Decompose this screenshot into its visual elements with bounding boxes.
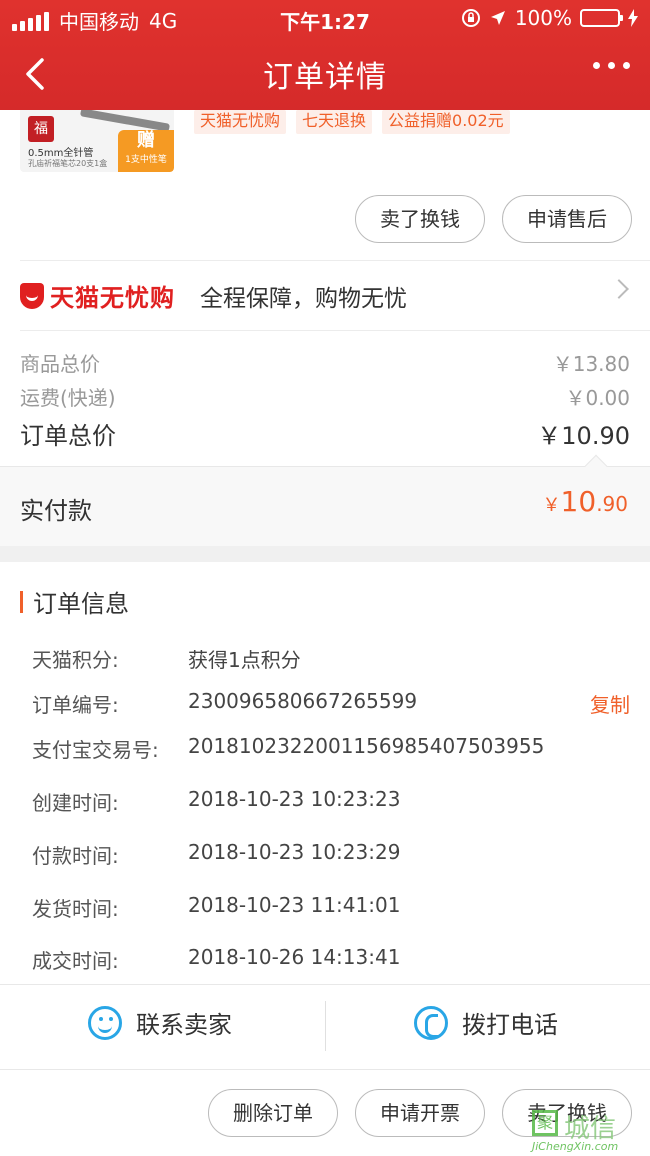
- product-tags: 天猫无忧购 七天退换 公益捐赠0.02元: [194, 110, 510, 134]
- info-value: 2018-10-23 11:41:01: [188, 893, 401, 917]
- location-arrow-icon: [490, 11, 505, 25]
- nav-bar: 订单详情: [0, 40, 650, 106]
- header-bar: 中国移动 4G 下午1:27 100% 订单详情: [0, 0, 650, 110]
- goods-total-label: 商品总价: [20, 352, 100, 376]
- info-row-shipped: 发货时间: 2018-10-23 11:41:01: [32, 893, 632, 923]
- site-watermark: 聚 城信 JiChengXin.com: [532, 1108, 642, 1153]
- info-row-order-number: 订单编号: 230096580667265599 复制: [32, 689, 632, 719]
- call-phone-button[interactable]: 拨打电话: [414, 1005, 558, 1040]
- chevron-right-icon: [609, 279, 629, 299]
- gift-badge: 赠 1支中性笔: [118, 130, 174, 172]
- info-row-completed: 成交时间: 2018-10-26 14:13:41: [32, 945, 632, 975]
- tag-charity: 公益捐赠0.02元: [382, 110, 510, 134]
- divider: [20, 330, 650, 331]
- product-spec: 0.5mm全针管: [28, 148, 94, 159]
- info-key: 支付宝交易号:: [32, 738, 159, 762]
- battery-icon: [580, 9, 623, 27]
- watermark-en: JiChengXin.com: [532, 1140, 619, 1153]
- after-sale-button[interactable]: 申请售后: [502, 195, 632, 243]
- info-row-created: 创建时间: 2018-10-23 10:23:23: [32, 787, 632, 817]
- charging-bolt-icon: [628, 9, 638, 27]
- info-value: 获得1点积分: [188, 648, 301, 672]
- delete-order-button[interactable]: 删除订单: [208, 1089, 338, 1137]
- order-info-heading: 订单信息: [20, 584, 129, 619]
- paid-integer: 10: [560, 485, 597, 518]
- guarantee-slogan: 全程保障，购物无忧: [200, 286, 407, 312]
- actual-paid-label: 实付款: [20, 497, 92, 525]
- info-key: 付款时间:: [32, 844, 119, 868]
- product-badge: 福: [28, 116, 54, 142]
- order-total-label: 订单总价: [20, 422, 116, 450]
- info-key: 发货时间:: [32, 897, 119, 921]
- info-value: 2018-10-23 10:23:23: [188, 787, 401, 811]
- info-row-points: 天猫积分: 获得1点积分: [32, 644, 632, 674]
- tmall-logo: 天猫无忧购: [20, 278, 175, 313]
- order-info-title: 订单信息: [33, 590, 129, 618]
- divider: [325, 1001, 326, 1051]
- page-title: 订单详情: [263, 60, 387, 95]
- gift-label: 赠: [137, 130, 155, 151]
- status-bar: 中国移动 4G 下午1:27 100%: [0, 0, 650, 36]
- tmall-shield-icon: [20, 282, 44, 309]
- contact-seller-label: 联系卖家: [136, 1011, 232, 1039]
- goods-total-row: 商品总价 ￥13.80: [20, 348, 630, 377]
- info-key: 天猫积分:: [32, 648, 119, 672]
- accent-bar: [20, 590, 23, 613]
- paid-decimal: .90: [596, 492, 628, 516]
- goods-total-value: ￥13.80: [552, 352, 630, 376]
- info-key: 订单编号:: [32, 693, 119, 717]
- shipping-label: 运费(快递): [20, 386, 116, 410]
- shipping-value: ￥0.00: [565, 386, 630, 410]
- sell-for-cash-button[interactable]: 卖了换钱: [355, 195, 485, 243]
- contact-bar: 联系卖家 拨打电话: [0, 984, 650, 1070]
- info-value: 2018-10-23 10:23:29: [188, 840, 401, 864]
- tmall-brand: 天猫无忧购: [50, 284, 175, 312]
- info-row-alipay-trade: 支付宝交易号: 2018102322001156985407503955: [32, 734, 632, 764]
- divider: [20, 260, 650, 261]
- pen-image: [79, 110, 171, 132]
- tag-tmall-worry-free: 天猫无忧购: [194, 110, 287, 134]
- info-key: 成交时间:: [32, 949, 119, 973]
- battery-percent: 100%: [514, 6, 572, 30]
- actual-paid-row: 实付款 ￥10.90: [0, 454, 650, 546]
- notch: [584, 454, 608, 478]
- shipping-row: 运费(快递) ￥0.00: [20, 382, 630, 411]
- chat-smile-icon: [88, 1005, 122, 1040]
- info-key: 创建时间:: [32, 791, 119, 815]
- info-value: 230096580667265599: [188, 689, 418, 713]
- gift-note: 1支中性笔: [125, 155, 167, 165]
- actual-paid-value: ￥10.90: [543, 485, 628, 518]
- status-right: 100%: [461, 6, 638, 30]
- tag-seven-day-return: 七天退换: [296, 110, 373, 134]
- rotation-lock-icon: [461, 9, 480, 27]
- watermark-box: 聚: [532, 1110, 558, 1136]
- info-value: 2018102322001156985407503955: [188, 734, 545, 758]
- product-subspec: 孔庙祈福笔芯20支1盒: [28, 159, 108, 168]
- section-gap: [0, 546, 650, 562]
- copy-order-number-button[interactable]: 复制: [590, 689, 630, 718]
- paid-yen: ￥: [542, 495, 561, 516]
- phone-icon: [414, 1005, 448, 1040]
- product-thumbnail[interactable]: 福 0.5mm全针管 孔庙祈福笔芯20支1盒 赠 1支中性笔: [20, 110, 174, 172]
- order-total-row: 订单总价 ￥10.90: [20, 416, 630, 451]
- info-value: 2018-10-26 14:13:41: [188, 945, 401, 969]
- request-invoice-button[interactable]: 申请开票: [355, 1089, 485, 1137]
- order-total-value: ￥10.90: [537, 422, 630, 450]
- info-row-paid: 付款时间: 2018-10-23 10:23:29: [32, 840, 632, 870]
- tmall-guarantee-row[interactable]: 天猫无忧购 全程保障，购物无忧: [0, 262, 650, 326]
- contact-seller-button[interactable]: 联系卖家: [88, 1005, 232, 1040]
- call-phone-label: 拨打电话: [462, 1011, 558, 1039]
- more-menu-icon[interactable]: [593, 62, 630, 69]
